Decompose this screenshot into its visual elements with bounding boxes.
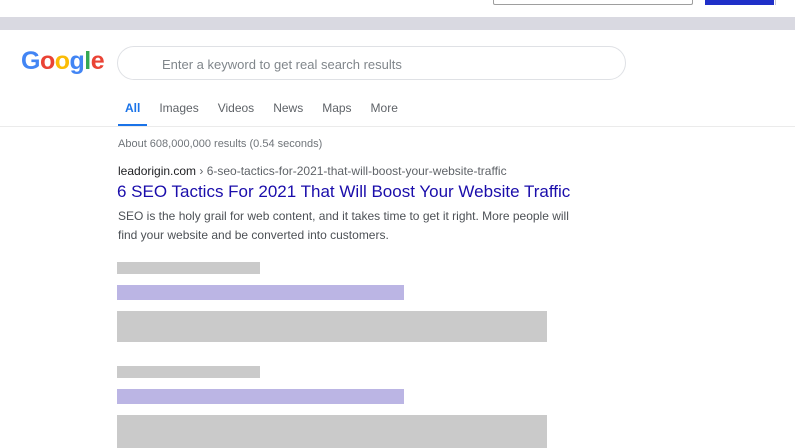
placeholder-url-bar <box>117 262 260 274</box>
logo-letter: g <box>69 47 85 75</box>
placeholder-snippet-block <box>117 415 547 448</box>
logo-letter: o <box>54 47 70 75</box>
browser-top-area <box>0 0 795 17</box>
search-box[interactable] <box>117 46 626 80</box>
placeholder-url-bar <box>117 366 260 378</box>
tab-news[interactable]: News <box>266 98 310 127</box>
result-domain: leadorigin.com <box>118 164 197 178</box>
top-search-field[interactable] <box>493 0 693 5</box>
search-input[interactable] <box>162 55 602 73</box>
result-path: › 6-seo-tactics-for-2021-that-will-boost… <box>196 164 507 178</box>
result-url[interactable]: leadorigin.com › 6-seo-tactics-for-2021-… <box>118 164 507 178</box>
placeholder-title-bar <box>117 389 404 404</box>
tab-videos[interactable]: Videos <box>211 98 261 127</box>
tab-all[interactable]: All <box>118 98 148 127</box>
placeholder-title-bar <box>117 285 404 300</box>
top-edge-divider <box>775 0 795 5</box>
result-snippet: SEO is the holy grail for web content, a… <box>118 209 569 242</box>
placeholder-snippet-block <box>117 311 547 342</box>
logo-letter: e <box>90 47 105 75</box>
tab-images[interactable]: Images <box>152 98 205 127</box>
top-search-button[interactable] <box>705 0 774 5</box>
tab-maps[interactable]: Maps <box>315 98 358 127</box>
result-stats: About 608,000,000 results (0.54 seconds) <box>118 138 323 150</box>
result-title-link[interactable]: 6 SEO Tactics For 2021 That Will Boost Y… <box>117 182 570 202</box>
tabs-divider <box>0 126 795 127</box>
logo-letter: G <box>21 47 40 75</box>
search-tabs: All Images Videos News Maps More <box>118 98 410 127</box>
logo-letter: o <box>39 47 55 75</box>
tab-more[interactable]: More <box>364 98 405 127</box>
google-logo[interactable]: Google <box>21 46 105 76</box>
frame-band <box>0 17 795 30</box>
